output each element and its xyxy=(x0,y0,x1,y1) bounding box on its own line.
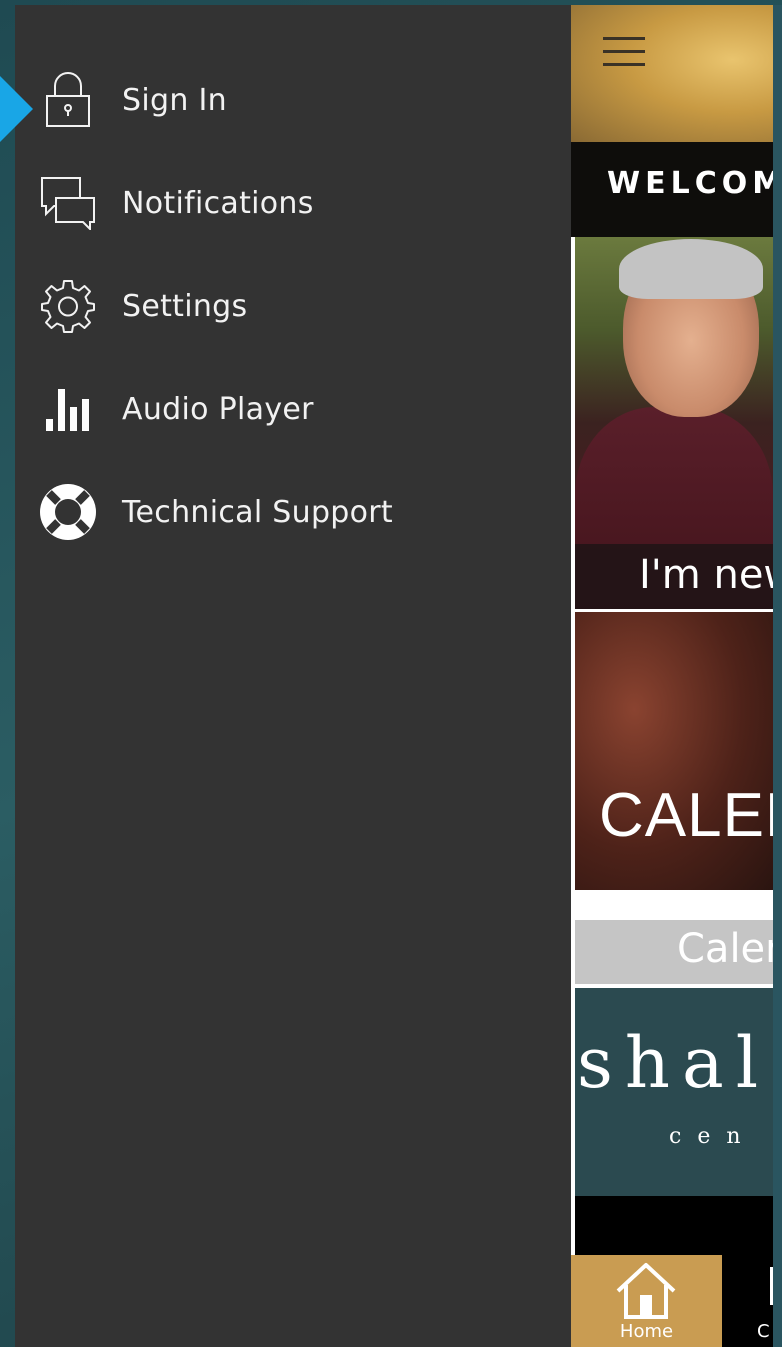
lock-icon xyxy=(39,71,97,129)
calendar-image-text: CALEN xyxy=(599,781,773,850)
menu-item-label: Sign In xyxy=(122,82,227,118)
menu-item-label: Technical Support xyxy=(122,494,393,530)
selected-item-indicator xyxy=(0,76,33,142)
tab-home[interactable]: Home xyxy=(571,1255,722,1347)
menu-item-sign-in[interactable]: Sign In xyxy=(15,55,572,145)
hair-image xyxy=(619,239,763,299)
shalom-text: shal xyxy=(577,1022,771,1104)
navigation-drawer: Sign In Notifications Settings Audio Pla… xyxy=(15,5,572,1347)
bottom-tab-bar: Home C xyxy=(571,1255,773,1347)
shalom-subtext: cen xyxy=(669,1124,757,1149)
gear-icon xyxy=(39,277,97,335)
new-here-tile[interactable]: I'm new xyxy=(575,237,773,609)
welcome-text: WELCOM xyxy=(607,166,773,201)
app-content-panel[interactable]: WELCOM I'm new CALEN Calen shal cen Home… xyxy=(571,5,773,1347)
app-header xyxy=(571,5,773,142)
menu-item-label: Audio Player xyxy=(122,391,314,427)
tile-caption: I'm new xyxy=(575,544,773,609)
welcome-banner: WELCOM xyxy=(571,142,773,237)
menu-item-notifications[interactable]: Notifications xyxy=(15,158,572,248)
menu-item-label: Settings xyxy=(122,288,248,324)
tab-next-label[interactable]: C xyxy=(757,1321,770,1342)
shalom-center-tile[interactable]: shal cen xyxy=(575,988,773,1196)
lifebuoy-icon xyxy=(39,483,97,541)
menu-item-label: Notifications xyxy=(122,185,314,221)
chat-bubbles-icon xyxy=(39,174,97,232)
tile-caption-text: I'm new xyxy=(639,552,773,598)
home-icon xyxy=(616,1263,676,1319)
tab-home-label: Home xyxy=(619,1321,674,1342)
calendar-label-tile[interactable]: Calen xyxy=(575,920,773,984)
menu-item-settings[interactable]: Settings xyxy=(15,261,572,351)
menu-item-technical-support[interactable]: Technical Support xyxy=(15,467,572,557)
dark-strip xyxy=(575,1196,773,1258)
equalizer-bars-icon xyxy=(39,380,97,438)
calendar-label-text: Calen xyxy=(677,926,773,972)
background-edge xyxy=(773,5,782,1347)
menu-item-audio-player[interactable]: Audio Player xyxy=(15,364,572,454)
calendar-image-tile[interactable]: CALEN xyxy=(575,612,773,890)
hamburger-menu-icon[interactable] xyxy=(603,37,645,67)
